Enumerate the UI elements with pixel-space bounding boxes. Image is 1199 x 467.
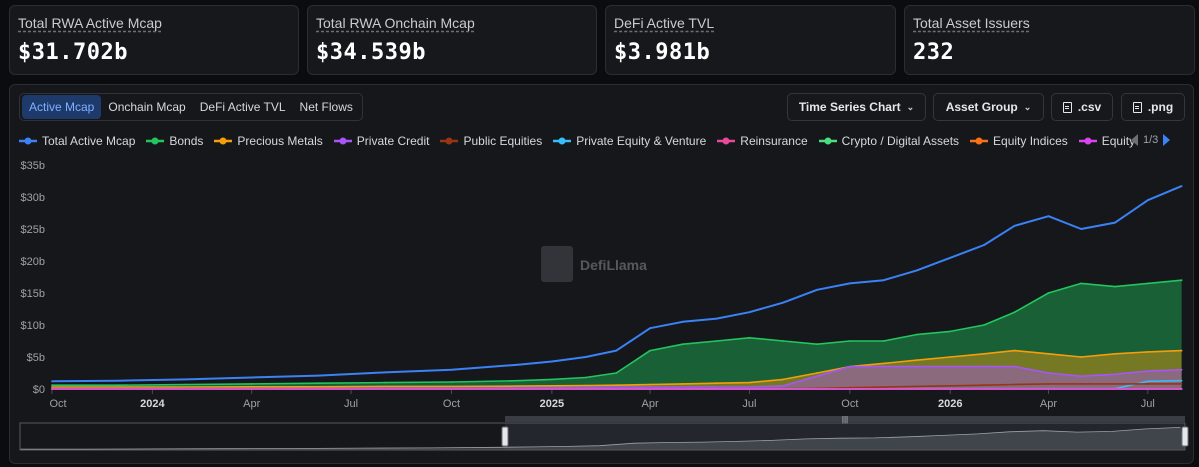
stat-value: $3.981b [614, 40, 711, 65]
legend-item[interactable]: Total Active Mcap [18, 134, 135, 148]
stat-label[interactable]: DeFi Active TVL [614, 15, 887, 31]
legend-label: Private Equity & Venture [576, 134, 707, 148]
stat-label[interactable]: Total RWA Active Mcap [18, 15, 290, 31]
stat-label[interactable]: Total Asset Issuers [913, 15, 1186, 31]
legend-item[interactable]: Private Credit [333, 134, 430, 148]
legend-label: Public Equities [463, 134, 543, 148]
tab-active-mcap[interactable]: Active Mcap [22, 95, 102, 119]
stat-card-defi-tvl: DeFi Active TVL $3.981b [605, 5, 896, 75]
legend-swatch-icon [818, 137, 837, 145]
stat-value: 232 [913, 40, 955, 65]
legend-item[interactable]: Bonds [145, 134, 203, 148]
legend-label: Bonds [169, 134, 204, 148]
group-by-dropdown[interactable]: Asset Group ⌄ [933, 93, 1044, 121]
file-icon [1062, 101, 1072, 113]
stat-card-asset-issuers: Total Asset Issuers 232 [904, 5, 1195, 75]
legend-swatch-icon [553, 137, 572, 145]
legend-label: Total Active Mcap [42, 134, 136, 148]
file-icon [1132, 101, 1142, 113]
legend-next-icon[interactable] [1163, 134, 1171, 146]
legend-item[interactable]: Equity Indices [969, 134, 1068, 148]
legend-item[interactable]: Public Equities [439, 134, 542, 148]
stat-value: $31.702b [18, 40, 128, 65]
legend-swatch-icon [333, 137, 352, 145]
legend-swatch-icon [214, 137, 233, 145]
tab-onchain-mcap[interactable]: Onchain Mcap [101, 95, 192, 119]
legend-swatch-icon [970, 137, 989, 145]
download-csv-button[interactable]: .csv [1051, 93, 1113, 121]
chart-type-label: Time Series Chart [798, 100, 901, 114]
legend-label: Precious Metals [237, 134, 323, 148]
legend-label: Reinsurance [740, 134, 808, 148]
metric-tabs: Active Mcap Onchain Mcap DeFi Active TVL… [19, 93, 363, 121]
chevron-down-icon: ⌄ [1023, 101, 1032, 112]
stat-label[interactable]: Total RWA Onchain Mcap [316, 15, 588, 31]
stat-value: $34.539b [316, 40, 426, 65]
download-png-button[interactable]: .png [1121, 93, 1185, 121]
legend-label: Crypto / Digital Assets [841, 134, 960, 148]
legend-label: Private Credit [356, 134, 430, 148]
png-label: .png [1147, 100, 1174, 114]
tab-net-flows[interactable]: Net Flows [293, 95, 360, 119]
stat-card-active-mcap: Total RWA Active Mcap $31.702b [9, 5, 299, 75]
legend-swatch-icon [717, 137, 736, 145]
chart-legend: Total Active Mcap Bonds Precious Metals Pri… [18, 131, 1145, 151]
chevron-down-icon: ⌄ [906, 101, 915, 112]
group-by-label: Asset Group [945, 100, 1018, 114]
chart-type-dropdown[interactable]: Time Series Chart ⌄ [787, 93, 926, 121]
legend-item[interactable]: Precious Metals [213, 134, 323, 148]
stat-card-onchain-mcap: Total RWA Onchain Mcap $34.539b [307, 5, 597, 75]
legend-pager: 1/3 [1131, 134, 1171, 146]
legend-label: Equity Indices [993, 134, 1068, 148]
legend-swatch-icon [440, 137, 459, 145]
csv-label: .csv [1077, 100, 1102, 114]
legend-swatch-icon [146, 137, 165, 145]
legend-item[interactable]: Crypto / Digital Assets [818, 134, 959, 148]
legend-item[interactable]: Reinsurance [716, 134, 808, 148]
legend-page-label: 1/3 [1143, 134, 1159, 146]
legend-item[interactable]: Equity [1078, 134, 1135, 148]
chart-panel: Active Mcap Onchain Mcap DeFi Active TVL… [9, 84, 1194, 464]
legend-prev-icon[interactable] [1131, 134, 1138, 146]
legend-swatch-icon [19, 137, 37, 145]
tab-defi-active-tvl[interactable]: DeFi Active TVL [193, 95, 293, 119]
legend-item[interactable]: Private Equity & Venture [552, 134, 706, 148]
legend-swatch-icon [1078, 137, 1097, 145]
